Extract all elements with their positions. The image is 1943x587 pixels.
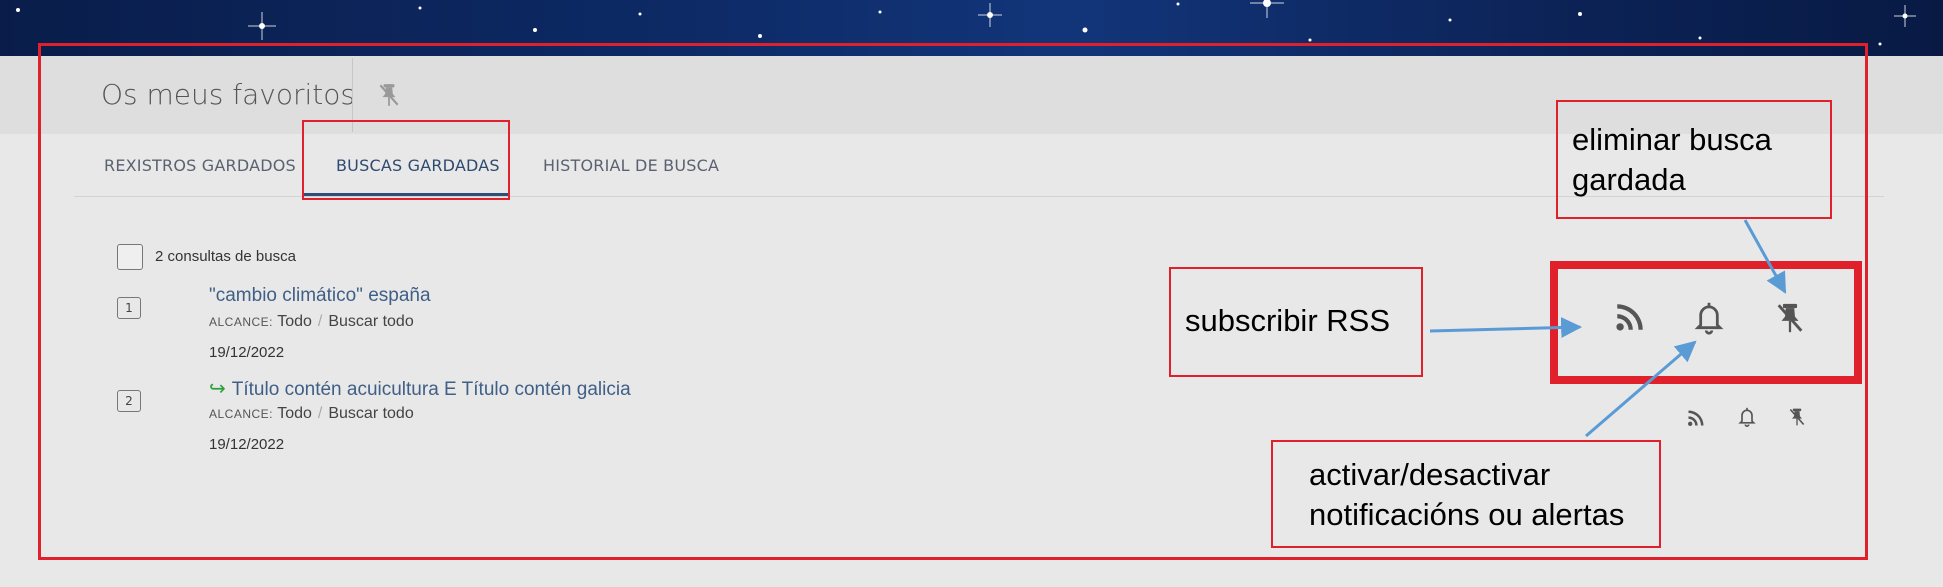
annotation-arrows [1429, 219, 1787, 438]
arrow-to-rss [1429, 317, 1583, 339]
arrow-to-bell [1585, 340, 1697, 438]
arrow-to-unpin [1743, 219, 1787, 294]
